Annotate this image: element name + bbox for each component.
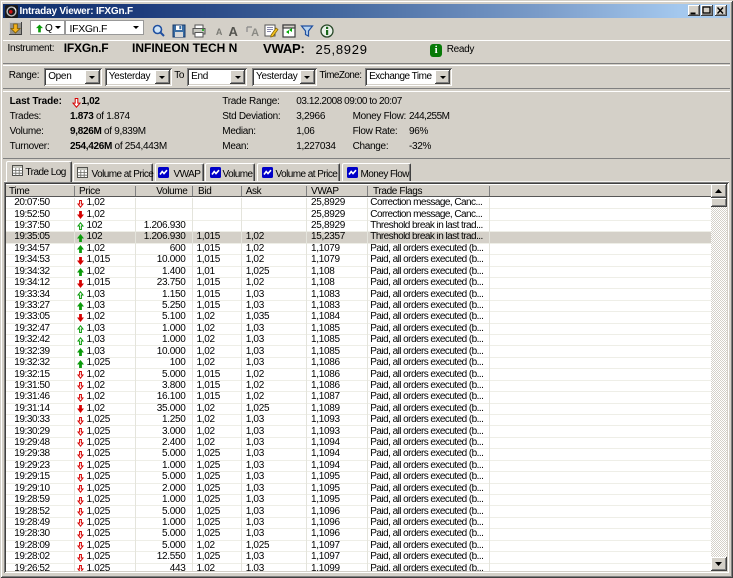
svg-text:A: A xyxy=(216,27,223,37)
svg-text:A: A xyxy=(251,27,259,39)
svg-text:A: A xyxy=(228,24,238,39)
